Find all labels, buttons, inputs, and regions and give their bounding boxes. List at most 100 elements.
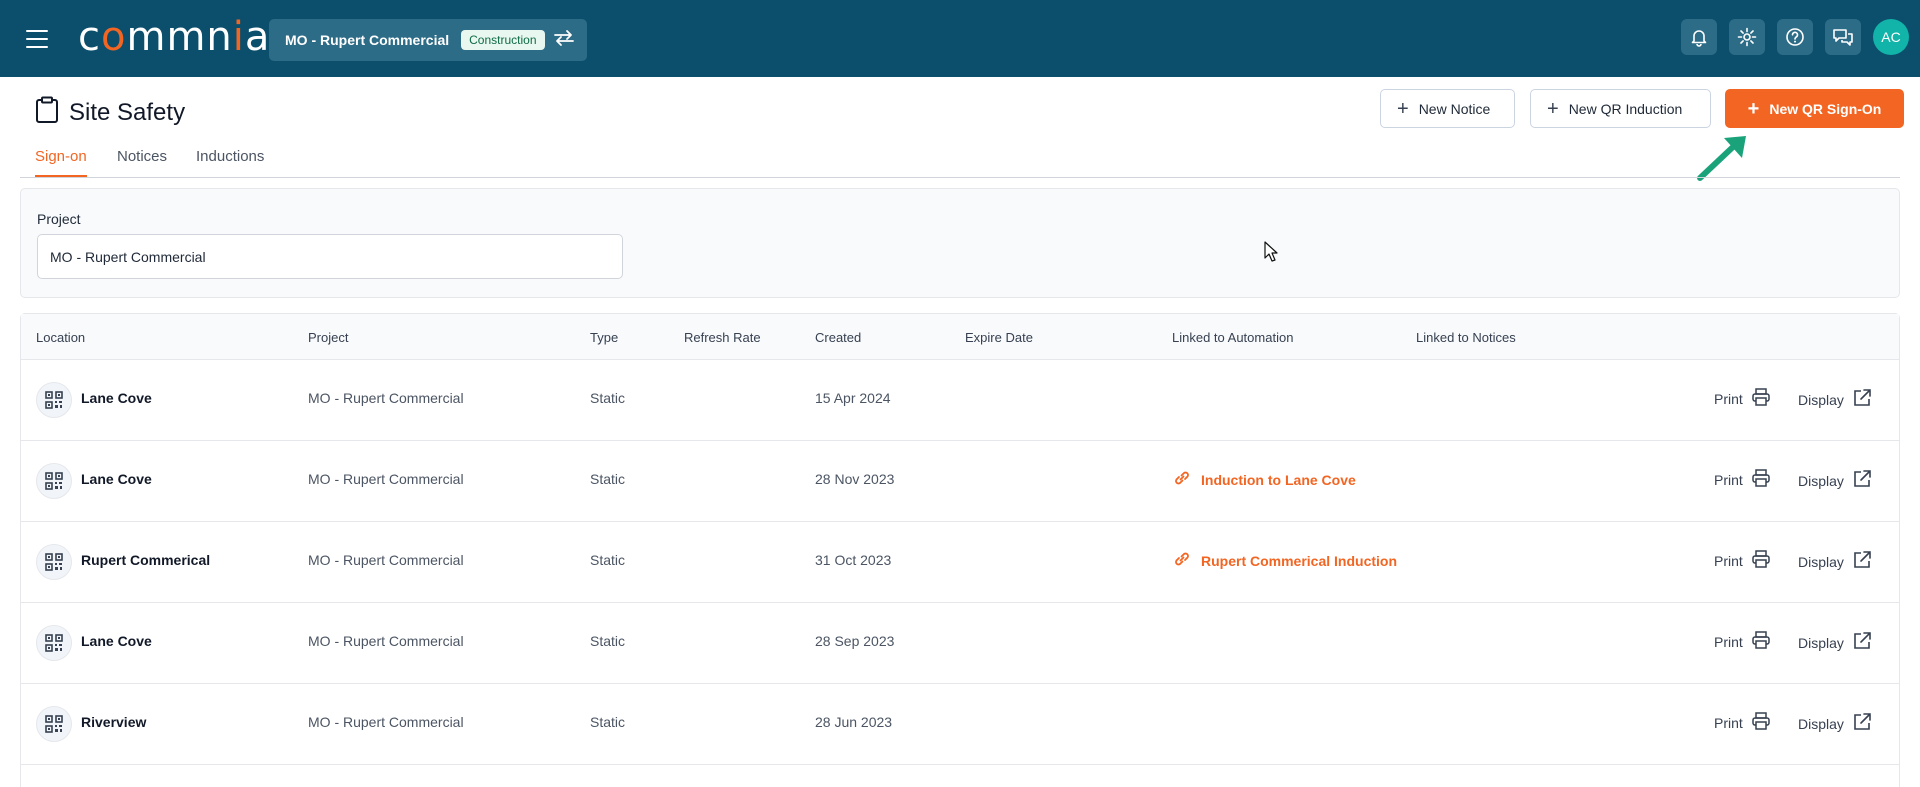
location-cell: Lane Cove <box>81 390 152 406</box>
display-button[interactable]: Display <box>1798 469 1872 492</box>
table-row[interactable]: Riverview MO - Rupert Commercial Static 28 … <box>21 684 1899 765</box>
tab-sign-on[interactable]: Sign-on <box>35 148 87 177</box>
created-cell: 28 Jun 2023 <box>815 714 893 730</box>
tab-bar: Sign-on Notices Inductions <box>20 144 1900 178</box>
project-filter-label: Project <box>37 211 81 227</box>
automation-link-label: Rupert Commerical Induction <box>1201 552 1398 569</box>
automation-link-label: Induction to Lane Cove <box>1201 471 1356 488</box>
print-label: Print <box>1714 471 1743 488</box>
qr-code-icon <box>36 463 72 499</box>
tab-inductions[interactable]: Inductions <box>196 148 264 175</box>
new-qr-induction-button[interactable]: + New QR Induction <box>1530 89 1711 128</box>
external-link-icon <box>1844 631 1872 654</box>
project-cell: MO - Rupert Commercial <box>308 552 464 568</box>
filter-panel: Project MO - Rupert Commercial <box>20 188 1900 298</box>
avatar[interactable]: AC <box>1873 19 1909 55</box>
location-cell: Riverview <box>81 714 147 730</box>
column-header: Expire Date <box>965 330 1033 345</box>
table-row[interactable]: Lane Cove MO - Rupert Commercial Static 28 … <box>21 603 1899 684</box>
column-header: Created <box>815 330 862 345</box>
link-icon <box>1173 550 1201 571</box>
display-button[interactable]: Display <box>1798 712 1872 735</box>
help-icon[interactable] <box>1777 19 1813 55</box>
print-button[interactable]: Print <box>1714 550 1771 571</box>
column-header: Linked to Notices <box>1416 330 1516 345</box>
print-button[interactable]: Print <box>1714 469 1771 490</box>
print-button[interactable]: Print <box>1714 631 1771 652</box>
new-qr-induction-label: New QR Induction <box>1568 100 1683 117</box>
type-cell: Static <box>590 633 626 649</box>
column-header: Linked to Automation <box>1172 330 1294 345</box>
print-button[interactable]: Print <box>1714 388 1771 409</box>
display-button[interactable]: Display <box>1798 550 1872 573</box>
page-title-text: Site Safety <box>69 98 186 126</box>
table-header: Location Project Type Refresh Rate Creat… <box>21 314 1899 360</box>
external-link-icon <box>1844 550 1872 573</box>
link-icon <box>1173 469 1201 490</box>
project-cell: MO - Rupert Commercial <box>308 471 464 487</box>
column-header: Location <box>36 330 86 345</box>
project-cell: MO - Rupert Commercial <box>308 714 464 730</box>
new-notice-label: New Notice <box>1418 100 1491 117</box>
new-qr-signon-label: New QR Sign-On <box>1769 100 1882 117</box>
created-cell: 28 Nov 2023 <box>815 471 895 487</box>
printer-icon <box>1743 469 1771 490</box>
column-header: Project <box>308 330 349 345</box>
clipboard-icon <box>35 96 59 129</box>
print-label: Print <box>1714 390 1743 407</box>
external-link-icon <box>1844 388 1872 411</box>
project-name: MO - Rupert Commercial <box>285 32 450 48</box>
display-label: Display <box>1798 391 1844 408</box>
top-header: commnia MO - Rupert Commercial Construct… <box>0 0 1920 77</box>
new-notice-button[interactable]: + New Notice <box>1380 89 1515 128</box>
tab-notices[interactable]: Notices <box>117 148 167 175</box>
project-filter-input[interactable]: MO - Rupert Commercial <box>37 234 623 279</box>
external-link-icon <box>1844 469 1872 492</box>
swap-icon[interactable] <box>553 29 575 52</box>
menu-icon[interactable] <box>26 30 48 48</box>
table-row[interactable]: Lane Cove MO - Rupert Commercial Static 28 … <box>21 441 1899 522</box>
bell-icon[interactable] <box>1681 19 1717 55</box>
display-label: Display <box>1798 553 1844 570</box>
print-button[interactable]: Print <box>1714 712 1771 733</box>
display-button[interactable]: Display <box>1798 631 1872 654</box>
location-cell: Lane Cove <box>81 633 152 649</box>
printer-icon <box>1743 388 1771 409</box>
location-cell: Rupert Commerical <box>81 552 211 568</box>
type-cell: Static <box>590 714 626 730</box>
created-cell: 15 Apr 2024 <box>815 390 891 406</box>
gear-icon[interactable] <box>1729 19 1765 55</box>
display-button[interactable]: Display <box>1798 388 1872 411</box>
printer-icon <box>1743 712 1771 733</box>
qr-code-icon <box>36 625 72 661</box>
app-logo[interactable]: commnia <box>78 14 270 60</box>
created-cell: 28 Sep 2023 <box>815 633 895 649</box>
qr-code-icon <box>36 382 72 418</box>
plus-icon: + <box>1547 97 1559 120</box>
printer-icon <box>1743 550 1771 571</box>
page-title: Site Safety <box>35 96 185 129</box>
display-label: Display <box>1798 715 1844 732</box>
new-qr-signon-button[interactable]: + New QR Sign-On <box>1725 89 1904 128</box>
chat-icon[interactable] <box>1825 19 1861 55</box>
mouse-cursor-icon <box>1264 241 1278 268</box>
print-label: Print <box>1714 633 1743 650</box>
automation-link[interactable]: Induction to Lane Cove <box>1173 469 1356 490</box>
table-row[interactable]: Rupert Commerical MO - Rupert Commercial S… <box>21 522 1899 603</box>
table-row[interactable]: Lane Cove MO - Rupert Commercial Static 15 … <box>21 360 1899 441</box>
display-label: Display <box>1798 472 1844 489</box>
project-switcher[interactable]: MO - Rupert Commercial Construction <box>269 19 587 61</box>
qr-code-icon <box>36 706 72 742</box>
printer-icon <box>1743 631 1771 652</box>
automation-link[interactable]: Rupert Commerical Induction <box>1173 550 1397 571</box>
project-type-badge: Construction <box>461 30 545 50</box>
external-link-icon <box>1844 712 1872 735</box>
location-cell: Lane Cove <box>81 471 152 487</box>
display-label: Display <box>1798 634 1844 651</box>
project-cell: MO - Rupert Commercial <box>308 390 464 406</box>
created-cell: 31 Oct 2023 <box>815 552 892 568</box>
signon-table: Location Project Type Refresh Rate Creat… <box>20 313 1900 787</box>
column-header: Type <box>590 330 619 345</box>
print-label: Print <box>1714 714 1743 731</box>
plus-icon: + <box>1397 97 1409 120</box>
